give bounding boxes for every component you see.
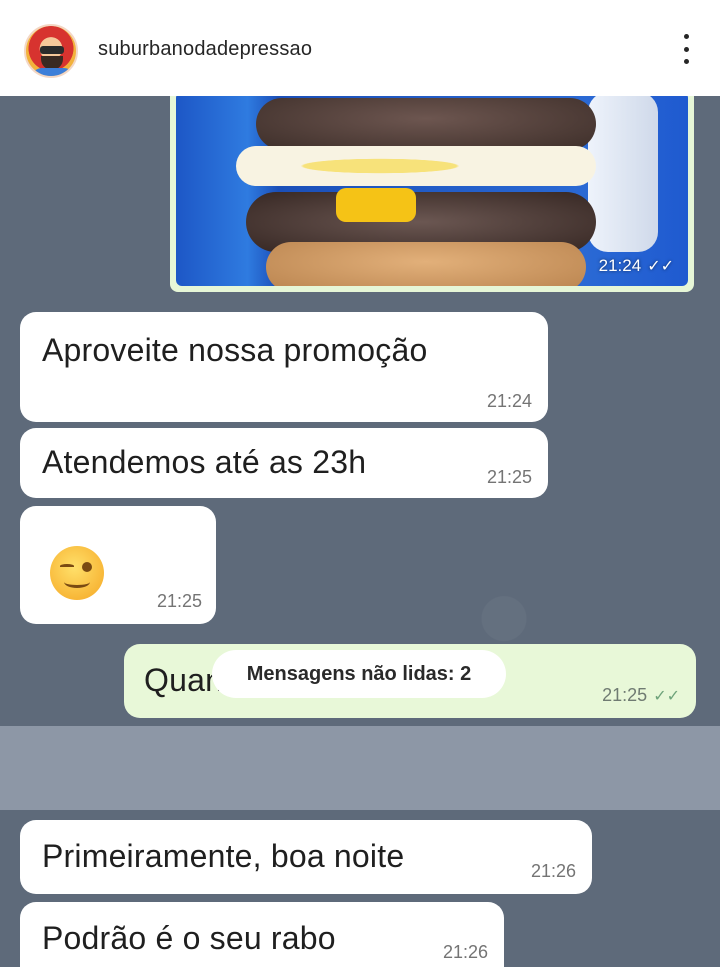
message-bubble[interactable]: Primeiramente, boa noite 21:26 [20, 820, 592, 894]
photo-wrapper-paper [588, 96, 658, 252]
winking-face-icon [50, 546, 104, 600]
message-time: 21:24 [486, 391, 532, 411]
message-text: Podrão é o seu rabo [42, 920, 336, 956]
dot [683, 34, 689, 39]
message-time: 21:26 [442, 942, 488, 962]
avatar[interactable] [24, 24, 78, 78]
post-header: suburbanodadepressao [0, 0, 720, 96]
photo-cheese [336, 188, 416, 222]
dot [683, 46, 689, 52]
unread-banner-band [0, 726, 720, 810]
burger-photo: 21:24 ✓✓ [176, 96, 688, 286]
message-time: 21:26 [530, 861, 576, 881]
username[interactable]: suburbanodadepressao [98, 38, 312, 61]
message-text: Atendemos até as 23h [42, 444, 367, 480]
unread-messages-badge: Mensagens não lidas: 2 [212, 650, 506, 698]
chat-screenshot: 21:24 ✓✓ Aproveite nossa promoção 21:24 A… [0, 96, 720, 967]
emoji-eye-right [82, 562, 92, 572]
message-bubble[interactable]: 21:25 [20, 506, 216, 624]
message-bubble[interactable]: Aproveite nossa promoção 21:24 [20, 312, 548, 422]
message-time: 21:25 [156, 591, 202, 611]
emoji-eye-left [60, 564, 74, 568]
message-time: 21:25 ✓✓ [602, 685, 680, 705]
message-bubble[interactable]: Podrão é o seu rabo 21:26 [20, 902, 504, 967]
avatar-glasses [40, 46, 64, 54]
double-check-icon: ✓✓ [653, 688, 680, 705]
dot [683, 59, 689, 64]
message-bubble[interactable]: Atendemos até as 23h 21:25 [20, 428, 548, 498]
photo-patty-top [256, 98, 596, 150]
message-text: Aproveite nossa promoção [42, 332, 428, 368]
message-text: Primeiramente, boa noite [42, 838, 405, 874]
emoji-mouth [64, 576, 90, 588]
double-check-icon: ✓✓ [647, 258, 674, 275]
message-time: 21:24 ✓✓ [598, 256, 674, 275]
image-message[interactable]: 21:24 ✓✓ [170, 96, 694, 292]
message-time: 21:25 [486, 467, 532, 487]
avatar-shirt [32, 68, 74, 76]
photo-bun [266, 242, 586, 286]
more-options-icon[interactable] [680, 34, 692, 64]
photo-egg [236, 146, 596, 186]
